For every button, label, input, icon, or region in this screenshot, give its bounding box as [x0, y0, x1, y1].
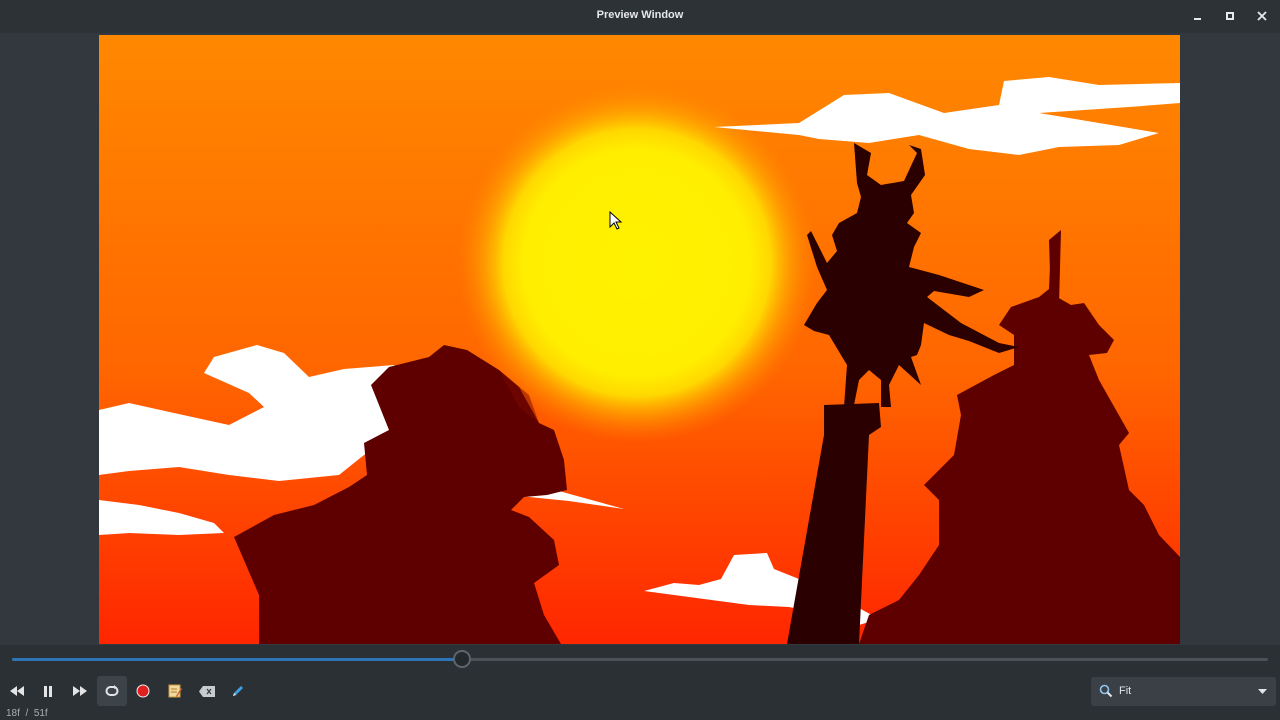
fast-forward-button[interactable] — [65, 676, 95, 706]
maximize-button[interactable] — [1218, 6, 1242, 26]
pen-button[interactable] — [223, 676, 253, 706]
record-icon — [136, 684, 150, 698]
chevron-down-icon — [1258, 689, 1267, 694]
pause-icon — [44, 685, 52, 697]
maximize-icon — [1226, 12, 1234, 20]
mouse-cursor-icon — [609, 211, 623, 230]
close-icon — [1257, 11, 1267, 21]
fast-forward-icon — [73, 686, 87, 696]
notepad-button[interactable] — [160, 676, 190, 706]
loop-button[interactable] — [97, 676, 127, 706]
pagoda-spire — [1049, 230, 1061, 305]
preview-viewport — [0, 33, 1280, 645]
timeline-handle[interactable] — [452, 650, 471, 668]
minimize-button[interactable] — [1186, 6, 1210, 26]
magnifier-icon — [1099, 684, 1113, 698]
pause-button[interactable] — [33, 676, 63, 706]
timeline-scrubber[interactable] — [12, 650, 1268, 668]
frame-separator: / — [25, 708, 29, 719]
loop-icon — [105, 685, 119, 696]
record-button[interactable] — [128, 676, 158, 706]
current-frame: 18f — [6, 708, 20, 719]
erase-icon — [199, 685, 215, 697]
window-title: Preview Window — [596, 9, 684, 21]
playback-toolbar — [0, 675, 1280, 707]
zoom-select[interactable]: Fit — [1091, 677, 1276, 706]
erase-button[interactable] — [192, 676, 222, 706]
zoom-dropdown-button[interactable] — [1249, 677, 1276, 706]
pen-icon — [233, 686, 243, 696]
timeline-progress — [12, 658, 462, 661]
preview-canvas[interactable] — [99, 35, 1180, 644]
rewind-button[interactable] — [2, 676, 32, 706]
notepad-icon — [168, 684, 182, 698]
total-frames: 51f — [33, 708, 48, 719]
rewind-icon — [10, 686, 24, 696]
zoom-value: Fit — [1119, 685, 1132, 697]
frame-counter: 18f / 51f — [6, 708, 48, 719]
title-bar: Preview Window — [0, 0, 1280, 33]
animation-frame — [99, 35, 1180, 644]
sun — [504, 130, 770, 396]
close-button[interactable] — [1250, 6, 1274, 26]
minimize-icon — [1194, 18, 1201, 20]
